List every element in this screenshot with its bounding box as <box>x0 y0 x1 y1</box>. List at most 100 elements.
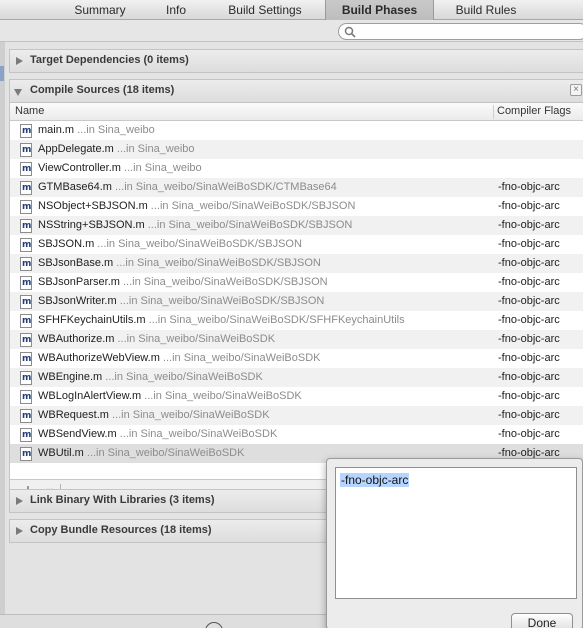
file-row[interactable]: NSString+SBJSON.m ...in Sina_weibo/SinaW… <box>10 216 583 235</box>
file-row[interactable]: WBRequest.m ...in Sina_weibo/SinaWeiBoSD… <box>10 406 583 425</box>
tab-info[interactable]: Info <box>150 0 202 20</box>
tab-build-rules[interactable]: Build Rules <box>447 0 525 20</box>
file-name-text: SBJsonBase.m <box>38 257 114 269</box>
file-row[interactable]: WBEngine.m ...in Sina_weibo/SinaWeiBoSDK… <box>10 368 583 387</box>
file-row[interactable]: SBJSON.m ...in Sina_weibo/SinaWeiBoSDK/S… <box>10 235 583 254</box>
file-name: main.m ...in Sina_weibo <box>38 124 155 136</box>
disclosure-triangle-icon[interactable] <box>14 89 22 96</box>
file-path: ...in Sina_weibo <box>74 124 155 136</box>
file-name-text: ViewController.m <box>38 162 121 174</box>
disclosure-triangle-icon[interactable] <box>16 527 23 535</box>
search-icon <box>344 26 356 38</box>
column-name[interactable]: Name <box>15 105 44 117</box>
phase-target-dependencies[interactable]: Target Dependencies (0 items) <box>9 49 583 73</box>
compile-sources-header[interactable]: Compile Sources (18 items) × <box>9 79 583 103</box>
compiler-flags-editor[interactable]: -fno-objc-arc <box>335 467 577 599</box>
done-button[interactable]: Done <box>511 613 573 628</box>
file-name-text: WBEngine.m <box>38 371 103 383</box>
file-path: ...in Sina_weibo/SinaWeiBoSDK <box>114 333 276 345</box>
compiler-flag[interactable]: -fno-objc-arc <box>498 295 560 307</box>
file-name-text: GTMBase64.m <box>38 181 112 193</box>
file-path: ...in Sina_weibo/SinaWeiBoSDK <box>102 371 263 383</box>
file-name: SBJSON.m ...in Sina_weibo/SinaWeiBoSDK/S… <box>38 238 302 250</box>
objc-source-file-icon <box>20 428 32 442</box>
file-name: WBAuthorizeWebView.m ...in Sina_weibo/Si… <box>38 352 320 364</box>
objc-source-file-icon <box>20 371 32 385</box>
file-row[interactable]: SBJsonParser.m ...in Sina_weibo/SinaWeiB… <box>10 273 583 292</box>
file-row[interactable]: main.m ...in Sina_weibo <box>10 121 583 140</box>
file-name-text: WBLogInAlertView.m <box>38 390 142 402</box>
compiler-flag[interactable]: -fno-objc-arc <box>498 219 560 231</box>
compiler-flag[interactable]: -fno-objc-arc <box>498 276 560 288</box>
file-name-text: WBRequest.m <box>38 409 109 421</box>
compiler-flag[interactable]: -fno-objc-arc <box>498 181 560 193</box>
file-name: GTMBase64.m ...in Sina_weibo/SinaWeiBoSD… <box>38 181 337 193</box>
compiler-flag[interactable]: -fno-objc-arc <box>498 409 560 421</box>
filter-bar <box>0 20 583 42</box>
disclosure-triangle-icon[interactable] <box>16 497 23 505</box>
compiler-flag[interactable]: -fno-objc-arc <box>498 352 560 364</box>
file-path: ...in Sina_weibo/SinaWeiBoSDK/SBJSON <box>147 200 356 212</box>
file-name-text: SBJsonParser.m <box>38 276 120 288</box>
file-name: WBEngine.m ...in Sina_weibo/SinaWeiBoSDK <box>38 371 263 383</box>
compiler-flag[interactable]: -fno-objc-arc <box>498 333 560 345</box>
file-name: NSObject+SBJSON.m ...in Sina_weibo/SinaW… <box>38 200 355 212</box>
objc-source-file-icon <box>20 238 32 252</box>
file-row[interactable]: SBJsonWriter.m ...in Sina_weibo/SinaWeiB… <box>10 292 583 311</box>
compiler-flags-value[interactable]: -fno-objc-arc <box>340 473 410 487</box>
file-name-text: SBJsonWriter.m <box>38 295 117 307</box>
file-row[interactable]: WBAuthorize.m ...in Sina_weibo/SinaWeiBo… <box>10 330 583 349</box>
file-row[interactable]: WBAuthorizeWebView.m ...in Sina_weibo/Si… <box>10 349 583 368</box>
objc-source-file-icon <box>20 257 32 271</box>
search-field[interactable] <box>338 23 583 40</box>
compiler-flag[interactable]: -fno-objc-arc <box>498 257 560 269</box>
file-name: WBUtil.m ...in Sina_weibo/SinaWeiBoSDK <box>38 447 244 459</box>
file-name-text: WBAuthorize.m <box>38 333 115 345</box>
file-path: ...in Sina_weibo/SinaWeiBoSDK/SBJSON <box>119 276 328 288</box>
objc-source-file-icon <box>20 219 32 233</box>
close-icon[interactable]: × <box>570 84 582 96</box>
objc-source-file-icon <box>20 352 32 366</box>
phase-title: Link Binary With Libraries (3 items) <box>30 494 215 506</box>
file-name: SBJsonWriter.m ...in Sina_weibo/SinaWeiB… <box>38 295 324 307</box>
column-header: Name Compiler Flags <box>10 103 583 121</box>
compiler-flag[interactable]: -fno-objc-arc <box>498 238 560 250</box>
objc-source-file-icon <box>20 390 32 404</box>
file-name-text: NSObject+SBJSON.m <box>38 200 148 212</box>
column-compiler-flags[interactable]: Compiler Flags <box>497 105 571 117</box>
file-path: ...in Sina_weibo <box>113 143 195 155</box>
file-path: ...in Sina_weibo/SinaWeiBoSDK <box>159 352 321 364</box>
disclosure-triangle-icon[interactable] <box>16 57 23 65</box>
compiler-flag[interactable]: -fno-objc-arc <box>498 314 560 326</box>
file-path: ...in Sina_weibo/SinaWeiBoSDK/SBJSON <box>113 257 321 269</box>
compiler-flag[interactable]: -fno-objc-arc <box>498 390 560 402</box>
objc-source-file-icon <box>20 124 32 138</box>
compiler-flag[interactable]: -fno-objc-arc <box>498 200 560 212</box>
file-row[interactable]: GTMBase64.m ...in Sina_weibo/SinaWeiBoSD… <box>10 178 583 197</box>
file-row[interactable]: WBLogInAlertView.m ...in Sina_weibo/Sina… <box>10 387 583 406</box>
file-row[interactable]: NSObject+SBJSON.m ...in Sina_weibo/SinaW… <box>10 197 583 216</box>
file-row[interactable]: WBSendView.m ...in Sina_weibo/SinaWeiBoS… <box>10 425 583 444</box>
tab-summary[interactable]: Summary <box>60 0 140 20</box>
file-name: AppDelegate.m ...in Sina_weibo <box>38 143 195 155</box>
file-row[interactable]: ViewController.m ...in Sina_weibo <box>10 159 583 178</box>
file-path: ...in Sina_weibo/SinaWeiBoSDK/CTMBase64 <box>111 181 337 193</box>
tab-build-settings[interactable]: Build Settings <box>220 0 310 20</box>
file-path: ...in Sina_weibo/SinaWeiBoSDK <box>141 390 302 402</box>
file-path: ...in Sina_weibo/SinaWeiBoSDK/SBJSON <box>144 219 353 231</box>
tab-build-phases[interactable]: Build Phases <box>325 0 434 20</box>
file-name: WBLogInAlertView.m ...in Sina_weibo/Sina… <box>38 390 302 402</box>
compiler-flag[interactable]: -fno-objc-arc <box>498 428 560 440</box>
file-row[interactable]: SFHFKeychainUtils.m ...in Sina_weibo/Sin… <box>10 311 583 330</box>
file-row[interactable]: AppDelegate.m ...in Sina_weibo <box>10 140 583 159</box>
knob-icon <box>205 622 223 628</box>
objc-source-file-icon <box>20 200 32 214</box>
compiler-flag[interactable]: -fno-objc-arc <box>498 371 560 383</box>
file-name-text: SFHFKeychainUtils.m <box>38 314 146 326</box>
file-row[interactable]: SBJsonBase.m ...in Sina_weibo/SinaWeiBoS… <box>10 254 583 273</box>
phase-title: Copy Bundle Resources (18 items) <box>30 524 212 536</box>
objc-source-file-icon <box>20 276 32 290</box>
phase-compile-sources: Compile Sources (18 items) × Name Compil… <box>9 79 583 499</box>
file-path: ...in Sina_weibo/SinaWeiBoSDK <box>83 447 245 459</box>
objc-source-file-icon <box>20 295 32 309</box>
